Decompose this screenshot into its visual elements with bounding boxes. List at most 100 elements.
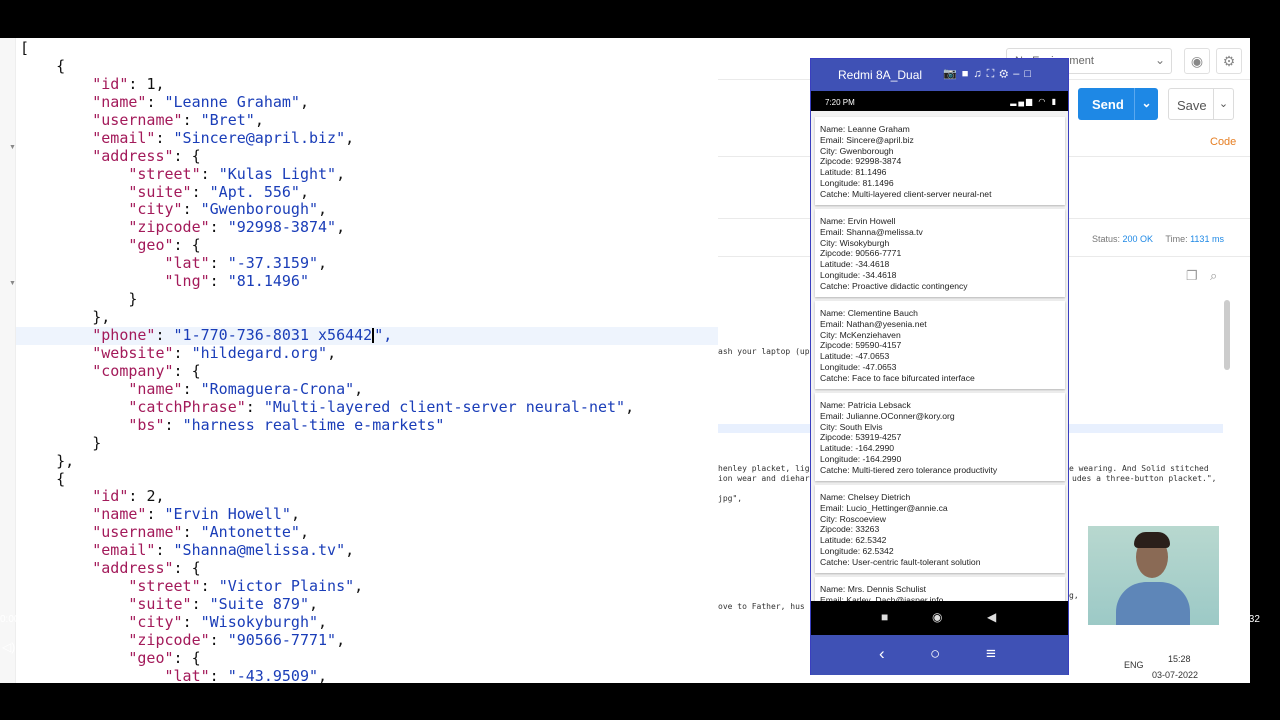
user-card[interactable]: Name: Clementine Bauch Email: Nathan@yese… bbox=[815, 301, 1065, 389]
code-line[interactable]: { bbox=[20, 470, 718, 489]
code-line[interactable]: "website": "hildegard.org", bbox=[20, 344, 718, 363]
home-circle-icon[interactable]: ◉ bbox=[932, 610, 942, 624]
fold-arrow-icon[interactable]: ▼ bbox=[9, 144, 16, 151]
save-label: Save bbox=[1177, 98, 1207, 113]
code-line[interactable]: "company": { bbox=[20, 362, 718, 381]
elapsed-time: 0:00 bbox=[0, 614, 20, 625]
code-line[interactable]: "zipcode": "92998-3874", bbox=[20, 218, 718, 237]
code-line[interactable]: "lat": "-43.9509", bbox=[20, 666, 718, 683]
menu-icon[interactable]: ≡ bbox=[986, 644, 996, 664]
json-punctuation: { bbox=[191, 146, 201, 165]
code-line[interactable]: "id": 2, bbox=[20, 487, 718, 506]
user-card[interactable]: Name: Ervin Howell Email: Shanna@melissa.… bbox=[815, 209, 1065, 297]
scrollbar[interactable] bbox=[1224, 300, 1230, 370]
code-line[interactable]: "name": "Leanne Graham", bbox=[20, 93, 718, 112]
code-line[interactable]: "suite": "Suite 879", bbox=[20, 595, 718, 614]
user-list[interactable]: Name: Leanne Graham Email: Sincere@april.… bbox=[811, 111, 1068, 601]
json-key: "id" bbox=[92, 487, 129, 506]
send-button[interactable]: Send ⌄ bbox=[1078, 88, 1158, 120]
screen-icon[interactable]: ▭ bbox=[1142, 640, 1158, 660]
code-line[interactable]: "lat": "-37.3159", bbox=[20, 254, 718, 273]
maximize-icon[interactable]: □ bbox=[1024, 68, 1036, 80]
more-icon[interactable]: ⋯ bbox=[1228, 638, 1245, 658]
user-card[interactable]: Name: Leanne Graham Email: Sincere@april.… bbox=[815, 117, 1065, 205]
json-editor[interactable]: ▼ ▼ [ { "id": 1, "name": "Leanne Graham"… bbox=[0, 38, 718, 683]
minimize-icon[interactable]: – bbox=[1013, 68, 1024, 80]
code-line[interactable]: "id": 1, bbox=[20, 75, 718, 94]
save-button[interactable]: Save ⌄ bbox=[1168, 88, 1234, 120]
user-field: Name: Mrs. Dennis Schulist bbox=[820, 584, 927, 594]
pen-icon[interactable]: ✎ bbox=[1098, 640, 1112, 660]
camera-icon[interactable]: 📷 bbox=[943, 68, 962, 80]
code-line[interactable]: "phone": "1-770-736-8031 x56442 ", bbox=[16, 326, 718, 345]
search-icon[interactable]: ⌕ bbox=[1210, 268, 1226, 284]
chevron-down-icon[interactable]: ⌄ bbox=[1134, 88, 1158, 120]
code-line[interactable]: "catchPhrase": "Multi-layered client-ser… bbox=[20, 397, 718, 417]
json-string: "-37.3159" bbox=[227, 254, 319, 273]
user-card[interactable]: Name: Chelsey Dietrich Email: Lucio_Hetti… bbox=[815, 485, 1065, 573]
json-string: "-43.9509" bbox=[227, 666, 319, 683]
user-field: City: Gwenborough bbox=[820, 145, 894, 156]
json-separator: : bbox=[182, 613, 201, 631]
code-line[interactable]: "zipcode": "90566-7771", bbox=[20, 630, 718, 650]
json-key: "geo" bbox=[128, 236, 174, 255]
back-triangle-icon[interactable]: ◀ bbox=[987, 610, 996, 624]
code-line[interactable]: } bbox=[20, 290, 718, 309]
user-card[interactable]: Name: Patricia Lebsack Email: Julianne.OC… bbox=[815, 393, 1065, 481]
code-line[interactable]: "city": "Gwenborough", bbox=[20, 200, 718, 219]
record-icon[interactable]: ■ bbox=[962, 68, 974, 80]
fold-arrow-icon[interactable]: ▼ bbox=[9, 280, 16, 287]
json-string: "Kulas Light" bbox=[218, 164, 337, 183]
back-chevron-icon[interactable]: ‹ bbox=[879, 644, 885, 664]
code-link[interactable]: Code bbox=[1210, 136, 1236, 148]
code-line[interactable]: "city": "Wisokyburgh", bbox=[20, 613, 718, 632]
code-line[interactable]: }, bbox=[20, 308, 718, 327]
headphones-icon[interactable]: ♫ bbox=[973, 68, 986, 80]
user-card[interactable]: Name: Mrs. Dennis Schulist Email: Karley_… bbox=[815, 577, 1065, 601]
home-circle-icon[interactable]: ○ bbox=[930, 644, 940, 664]
json-key: "zipcode" bbox=[128, 630, 210, 649]
gear-icon[interactable]: ⚙ bbox=[999, 68, 1013, 80]
code-line[interactable]: [ bbox=[20, 39, 718, 58]
json-key: "name" bbox=[92, 505, 147, 524]
json-key: "zipcode" bbox=[128, 218, 210, 237]
code-line[interactable]: "email": "Shanna@melissa.tv", bbox=[20, 541, 718, 560]
user-field: Email: Julianne.OConner@kory.org bbox=[820, 410, 955, 421]
code-line[interactable]: "suite": "Apt. 556", bbox=[20, 182, 718, 202]
gear-icon[interactable]: ⚙ bbox=[1216, 48, 1242, 74]
user-field: City: McKenziehaven bbox=[820, 329, 901, 340]
code-line[interactable]: "username": "Antonette", bbox=[20, 523, 718, 542]
json-key: "lat" bbox=[164, 666, 210, 683]
json-separator: : bbox=[164, 415, 183, 434]
code-line[interactable]: "lng": "81.1496" bbox=[20, 272, 718, 291]
square-recents-icon[interactable]: ■ bbox=[881, 610, 888, 624]
chevron-down-icon[interactable]: ⌄ bbox=[1213, 89, 1233, 119]
json-string: "Multi-layered client-server neural-net" bbox=[263, 397, 626, 416]
code-line[interactable]: "address": { bbox=[20, 146, 718, 166]
code-line[interactable]: "name": "Ervin Howell", bbox=[20, 505, 718, 524]
user-field: Latitude: -47.0653 bbox=[820, 351, 890, 362]
volume-icon[interactable]: ◁) bbox=[2, 640, 15, 654]
json-key: "lng" bbox=[164, 272, 210, 291]
code-line[interactable]: "street": "Victor Plains", bbox=[20, 577, 718, 596]
code-line[interactable]: "email": "Sincere@april.biz", bbox=[20, 129, 718, 148]
fullscreen-icon[interactable]: ⛶ bbox=[987, 68, 1000, 80]
json-punctuation: , bbox=[354, 577, 364, 596]
code-line[interactable]: "street": "Kulas Light", bbox=[20, 164, 718, 184]
code-line[interactable]: "name": "Romaguera-Crona", bbox=[20, 380, 718, 399]
code-line[interactable]: }, bbox=[20, 452, 718, 471]
json-separator: : bbox=[173, 648, 192, 667]
code-line[interactable]: "geo": { bbox=[20, 236, 718, 255]
copy-icon[interactable]: ❐ bbox=[1186, 268, 1202, 284]
json-punctuation: , bbox=[299, 182, 309, 201]
eye-icon[interactable]: ◉ bbox=[1184, 48, 1210, 74]
json-punctuation: [ bbox=[20, 39, 30, 57]
code-line[interactable]: "geo": { bbox=[20, 648, 718, 668]
user-field: Catche: Face to face bifurcated interfac… bbox=[820, 372, 975, 383]
code-line[interactable]: "bs": "harness real-time e-markets" bbox=[20, 415, 718, 435]
editor-gutter: ▼ ▼ bbox=[0, 38, 16, 683]
code-line[interactable]: "username": "Bret", bbox=[20, 111, 718, 130]
code-line[interactable]: "address": { bbox=[20, 559, 718, 578]
code-line[interactable]: } bbox=[20, 434, 718, 453]
code-line[interactable]: { bbox=[20, 57, 718, 76]
